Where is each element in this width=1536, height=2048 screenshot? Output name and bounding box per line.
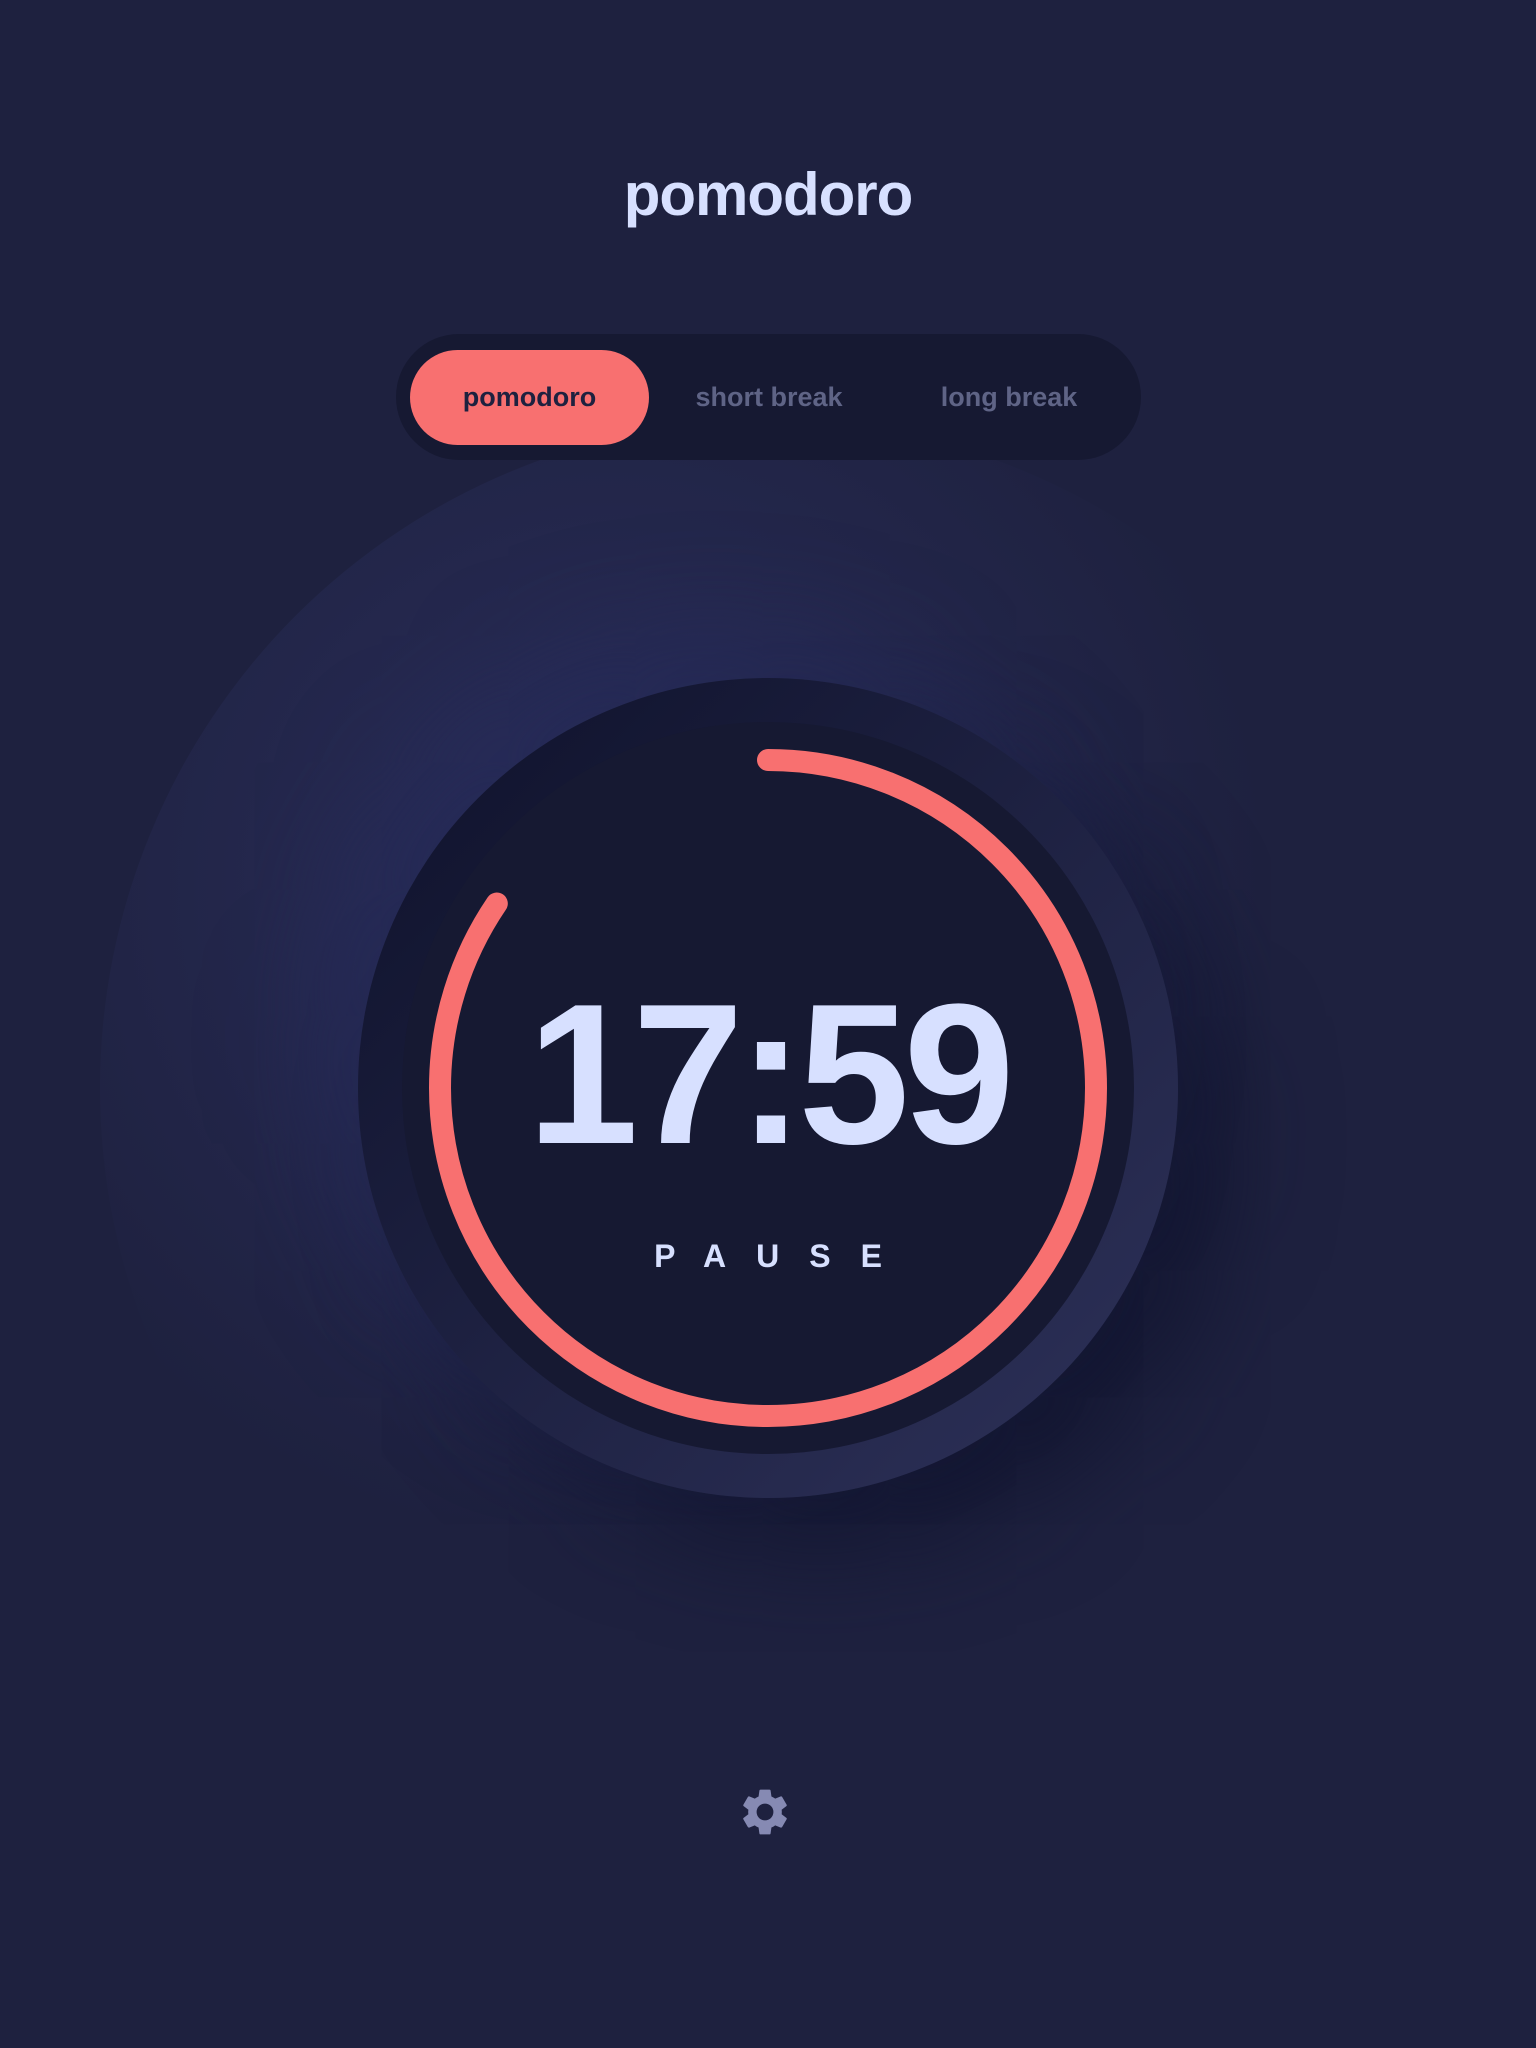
tab-pomodoro[interactable]: pomodoro	[410, 350, 649, 445]
tab-long-break[interactable]: long break	[889, 350, 1129, 445]
mode-tabs: pomodoro short break long break	[396, 334, 1141, 460]
pause-button[interactable]: PAUSE	[0, 1238, 1536, 1275]
app-title: pomodoro	[623, 161, 914, 228]
timer-display: 17:59	[527, 963, 1015, 1186]
tab-short-break[interactable]: short break	[649, 350, 889, 445]
gear-icon[interactable]	[737, 1784, 793, 1840]
